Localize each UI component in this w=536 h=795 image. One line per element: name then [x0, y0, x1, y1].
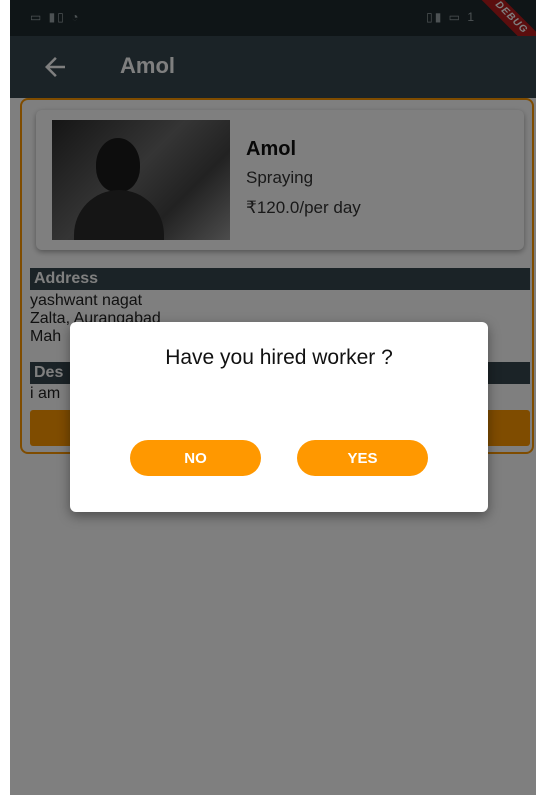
dialog-title: Have you hired worker ?: [165, 346, 393, 369]
yes-button[interactable]: YES: [297, 440, 428, 476]
no-button[interactable]: NO: [130, 440, 261, 476]
hire-confirm-dialog: Have you hired worker ? NO YES: [70, 322, 488, 512]
